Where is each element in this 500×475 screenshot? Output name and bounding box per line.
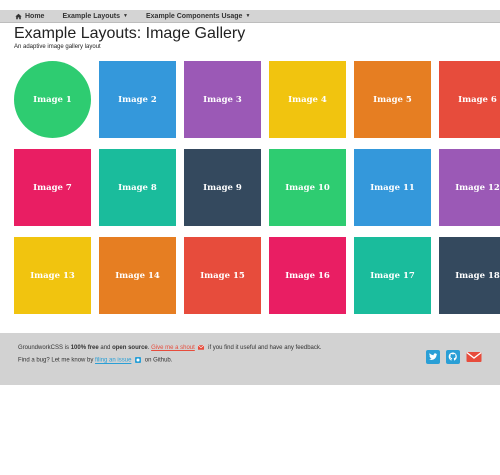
gallery-image-10[interactable]: Image 10 [269,149,346,226]
gallery-image-16[interactable]: Image 16 [269,237,346,314]
gallery-image-1[interactable]: Image 1 [14,61,91,138]
gallery-image-12[interactable]: Image 12 [439,149,500,226]
footer-open-source-text: open source [112,345,148,352]
gallery-image-15[interactable]: Image 15 [184,237,261,314]
footer-line-2: Find a bug? Let me know by filing an iss… [18,357,172,364]
footer: GroundworkCSS is 100% free and open sour… [0,333,500,385]
gallery-image-9[interactable]: Image 9 [184,149,261,226]
twitter-icon[interactable] [426,350,440,364]
gallery-image-4[interactable]: Image 4 [269,61,346,138]
gallery-image-2[interactable]: Image 2 [99,61,176,138]
gallery-image-17[interactable]: Image 17 [354,237,431,314]
envelope-icon [198,345,205,350]
footer-line-1: GroundworkCSS is 100% free and open sour… [18,345,322,351]
gallery-image-3[interactable]: Image 3 [184,61,261,138]
footer-text: and [98,345,113,352]
gallery-image-5[interactable]: Image 5 [354,61,431,138]
gallery-image-18[interactable]: Image 18 [439,237,500,314]
gallery-image-6[interactable]: Image 6 [439,61,500,138]
gallery-image-14[interactable]: Image 14 [99,237,176,314]
footer-text: Find a bug? Let me know by [18,357,96,364]
github-icon[interactable] [446,350,460,364]
envelope-icon[interactable] [466,350,482,364]
gallery-image-11[interactable]: Image 11 [354,149,431,226]
footer-text: GroundworkCSS is [18,345,71,352]
gallery-image-13[interactable]: Image 13 [14,237,91,314]
footer-text: if you find it useful and have any feedb… [208,345,322,352]
filing-an-issue-link[interactable]: filing an issue [95,358,131,364]
give-me-a-shout-link[interactable]: Give me a shout [151,345,195,351]
gallery-image-7[interactable]: Image 7 [14,149,91,226]
gallery-image-8[interactable]: Image 8 [99,149,176,226]
footer-free-text: 100% free [70,345,99,352]
image-gallery: Image 1 Image 2 Image 3 Image 4 Image 5 Image… [0,0,500,314]
footer-text: on Github. [144,357,173,364]
github-icon [135,357,142,363]
